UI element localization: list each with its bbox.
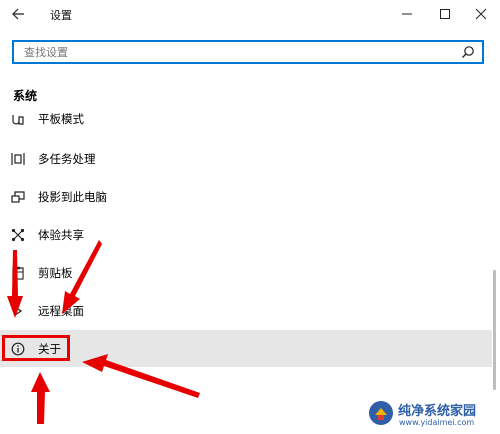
settings-list: 平板模式 多任务处理 投影到此电脑 体验共享 剪贴板 远程桌面 关于	[0, 108, 492, 434]
list-item-label: 剪贴板	[38, 266, 73, 280]
watermark-url: www.yidaimei.com	[399, 418, 475, 427]
list-item-remote-desktop[interactable]: 远程桌面	[0, 292, 492, 329]
highlight-box	[2, 335, 70, 361]
search-box	[12, 40, 484, 64]
watermark-name: 纯净系统家园	[398, 404, 477, 419]
tablet-mode-icon	[12, 115, 24, 125]
back-button[interactable]	[8, 4, 30, 24]
watermark-logo-icon	[369, 401, 393, 425]
maximize-icon	[440, 9, 450, 19]
search-input[interactable]	[14, 42, 464, 62]
back-arrow-icon	[12, 8, 24, 20]
watermark: 纯净系统家园 www.yidaimei.com	[368, 398, 496, 432]
window-title: 设置	[50, 9, 72, 22]
remote-desktop-icon	[14, 306, 23, 316]
scrollbar-thumb[interactable]	[493, 270, 496, 390]
minimize-icon	[402, 13, 412, 15]
title-bar: 设置	[0, 0, 500, 30]
list-item-label: 投影到此电脑	[38, 190, 107, 204]
project-to-pc-icon	[11, 191, 25, 203]
search-icon[interactable]	[461, 45, 475, 59]
list-item-label: 多任务处理	[38, 152, 96, 166]
list-item-about[interactable]: 关于	[0, 330, 492, 367]
list-item-shared-experiences[interactable]: 体验共享	[0, 216, 492, 253]
list-item-label: 平板模式	[38, 112, 84, 126]
close-button[interactable]	[466, 3, 496, 25]
list-item-multitasking[interactable]: 多任务处理	[0, 140, 492, 177]
minimize-button[interactable]	[392, 3, 422, 25]
maximize-button[interactable]	[430, 3, 460, 25]
section-title: 系统	[13, 89, 38, 103]
list-item-clipboard[interactable]: 剪贴板	[0, 254, 492, 291]
list-item-project-to-pc[interactable]: 投影到此电脑	[0, 178, 492, 215]
list-item-tablet-mode[interactable]: 平板模式	[0, 108, 492, 137]
multitasking-icon	[11, 153, 25, 165]
list-item-label: 体验共享	[38, 228, 84, 242]
close-icon	[475, 8, 487, 20]
list-item-label: 远程桌面	[38, 304, 84, 318]
shared-experiences-icon	[11, 228, 25, 242]
clipboard-icon	[12, 266, 24, 280]
